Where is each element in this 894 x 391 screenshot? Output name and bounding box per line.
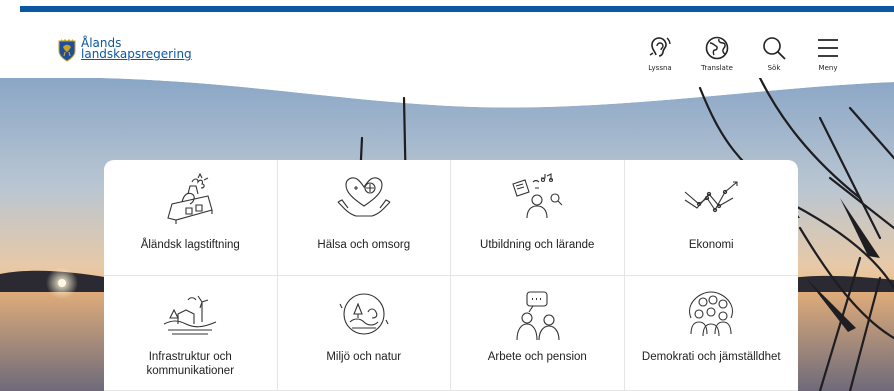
coat-of-arms-icon [58,39,76,62]
infrastructure-icon [164,295,217,335]
search-button[interactable]: Sök [752,35,796,72]
economy-chart-icon [684,181,738,213]
category-grid: Åländsk lagstiftning Hälsa och omsorg Ut… [104,160,798,391]
category-card-arbete[interactable]: Arbete och pension [451,276,625,391]
search-icon [763,37,786,60]
category-card-ekonomi[interactable]: Ekonomi [624,160,798,276]
education-icon [512,173,563,219]
health-heart-icon [337,177,391,217]
category-label: Ekonomi [688,239,734,251]
democracy-icon [689,291,734,337]
brand-wordmark: Ålands landskapsregering [81,37,192,61]
category-label: Hälsa och omsorg [317,239,411,251]
category-card-miljo[interactable]: Miljö och natur [277,276,451,391]
site-logo-link[interactable]: Ålands landskapsregering [58,37,192,66]
menu-button[interactable]: Meny [806,35,850,72]
nature-icon [339,293,389,335]
category-label: Demokrati och jämställdhet [641,351,781,363]
category-label: Miljö och natur [326,351,402,363]
category-card-demokrati[interactable]: Demokrati och jämställdhet [624,276,798,391]
category-label: Åländsk lagstiftning [140,239,240,251]
category-card-lagstiftning[interactable]: Åländsk lagstiftning [104,160,278,276]
hamburger-menu-icon [818,39,838,57]
category-card-halsa[interactable]: Hälsa och omsorg [277,160,451,276]
parliament-icon [167,172,213,224]
globe-icon [705,36,729,60]
category-label: Arbete och pension [487,351,587,363]
category-card-infrastruktur[interactable]: Infrastruktur och kommunikationer [104,276,278,391]
translate-button[interactable]: Translate [695,35,739,72]
category-label: Infrastruktur och kommunikationer [146,351,235,377]
translate-label: Translate [701,64,733,72]
work-icon [516,291,560,341]
category-card-utbildning[interactable]: Utbildning och lärande [451,160,625,276]
brand-line-2: landskapsregering [81,47,192,61]
ear-icon [649,37,671,57]
listen-button[interactable]: Lyssna [638,35,682,72]
category-label: Utbildning och lärande [480,239,595,251]
menu-label: Meny [818,64,838,72]
search-label: Sök [767,64,781,72]
listen-label: Lyssna [648,64,672,72]
